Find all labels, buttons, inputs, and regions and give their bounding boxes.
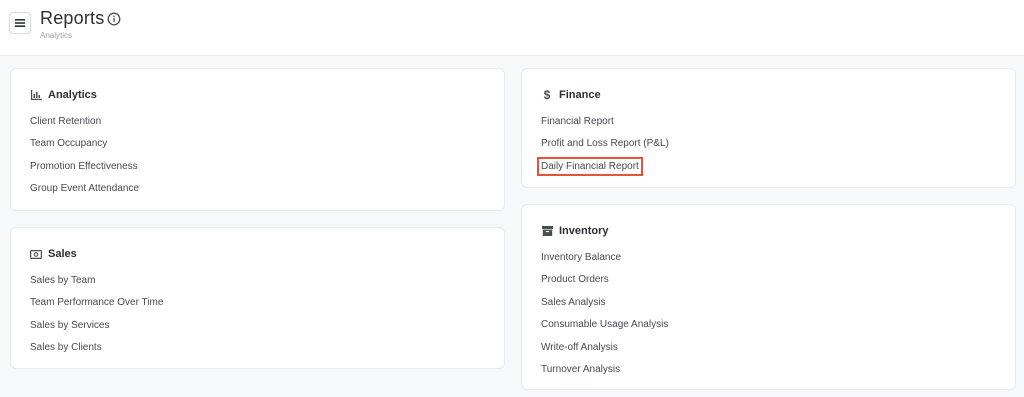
- report-link-promotion-effectiveness[interactable]: Promotion Effectiveness: [30, 161, 139, 183]
- report-link-consumable-usage-analysis[interactable]: Consumable Usage Analysis: [541, 319, 668, 341]
- sales-card-header: Sales: [30, 248, 77, 260]
- archive-box-icon: [541, 225, 553, 237]
- inventory-card-header: Inventory: [541, 225, 609, 237]
- report-link-team-occupancy[interactable]: Team Occupancy: [30, 138, 139, 160]
- report-link-write-off-analysis[interactable]: Write-off Analysis: [541, 342, 668, 364]
- report-link-turnover-analysis[interactable]: Turnover Analysis: [541, 364, 668, 386]
- breadcrumb: Analytics: [40, 31, 73, 40]
- page-title: Reports: [40, 8, 105, 28]
- report-link-team-performance-over-time[interactable]: Team Performance Over Time: [30, 297, 163, 319]
- report-link-client-retention[interactable]: Client Retention: [30, 116, 139, 138]
- inventory-card-title: Inventory: [559, 225, 609, 237]
- sales-card: Sales Sales by Team Team Performance Ove…: [10, 227, 505, 369]
- top-bar: Reports Analytics: [0, 0, 1024, 56]
- info-icon[interactable]: [107, 12, 121, 26]
- report-link-sales-by-clients[interactable]: Sales by Clients: [30, 342, 163, 364]
- bar-chart-icon: [30, 89, 42, 101]
- analytics-card: Analytics Client Retention Team Occupanc…: [10, 68, 505, 211]
- report-link-daily-financial-report[interactable]: Daily Financial Report: [537, 156, 669, 183]
- finance-card-title: Finance: [559, 89, 601, 101]
- sales-card-title: Sales: [48, 248, 77, 260]
- inventory-card: Inventory Inventory Balance Product Orde…: [521, 204, 1016, 390]
- report-link-profit-and-loss[interactable]: Profit and Loss Report (P&L): [541, 138, 669, 160]
- cash-icon: [30, 248, 42, 260]
- report-link-product-orders[interactable]: Product Orders: [541, 274, 668, 296]
- report-link-sales-by-services[interactable]: Sales by Services: [30, 320, 163, 342]
- daily-financial-report-label: Daily Financial Report: [537, 156, 643, 176]
- menu-icon: [15, 19, 25, 27]
- report-link-group-event-attendance[interactable]: Group Event Attendance: [30, 183, 139, 205]
- report-link-sales-by-team[interactable]: Sales by Team: [30, 275, 163, 297]
- analytics-card-header: Analytics: [30, 89, 97, 101]
- report-link-financial-report[interactable]: Financial Report: [541, 116, 669, 138]
- report-link-inventory-balance[interactable]: Inventory Balance: [541, 252, 668, 274]
- report-link-sales-analysis[interactable]: Sales Analysis: [541, 297, 668, 319]
- hamburger-menu-button[interactable]: [9, 12, 31, 34]
- dollar-icon: $: [543, 88, 551, 102]
- analytics-card-title: Analytics: [48, 89, 97, 101]
- finance-card: $ Finance Financial Report Profit and Lo…: [521, 68, 1016, 188]
- finance-card-header: $ Finance: [541, 88, 601, 102]
